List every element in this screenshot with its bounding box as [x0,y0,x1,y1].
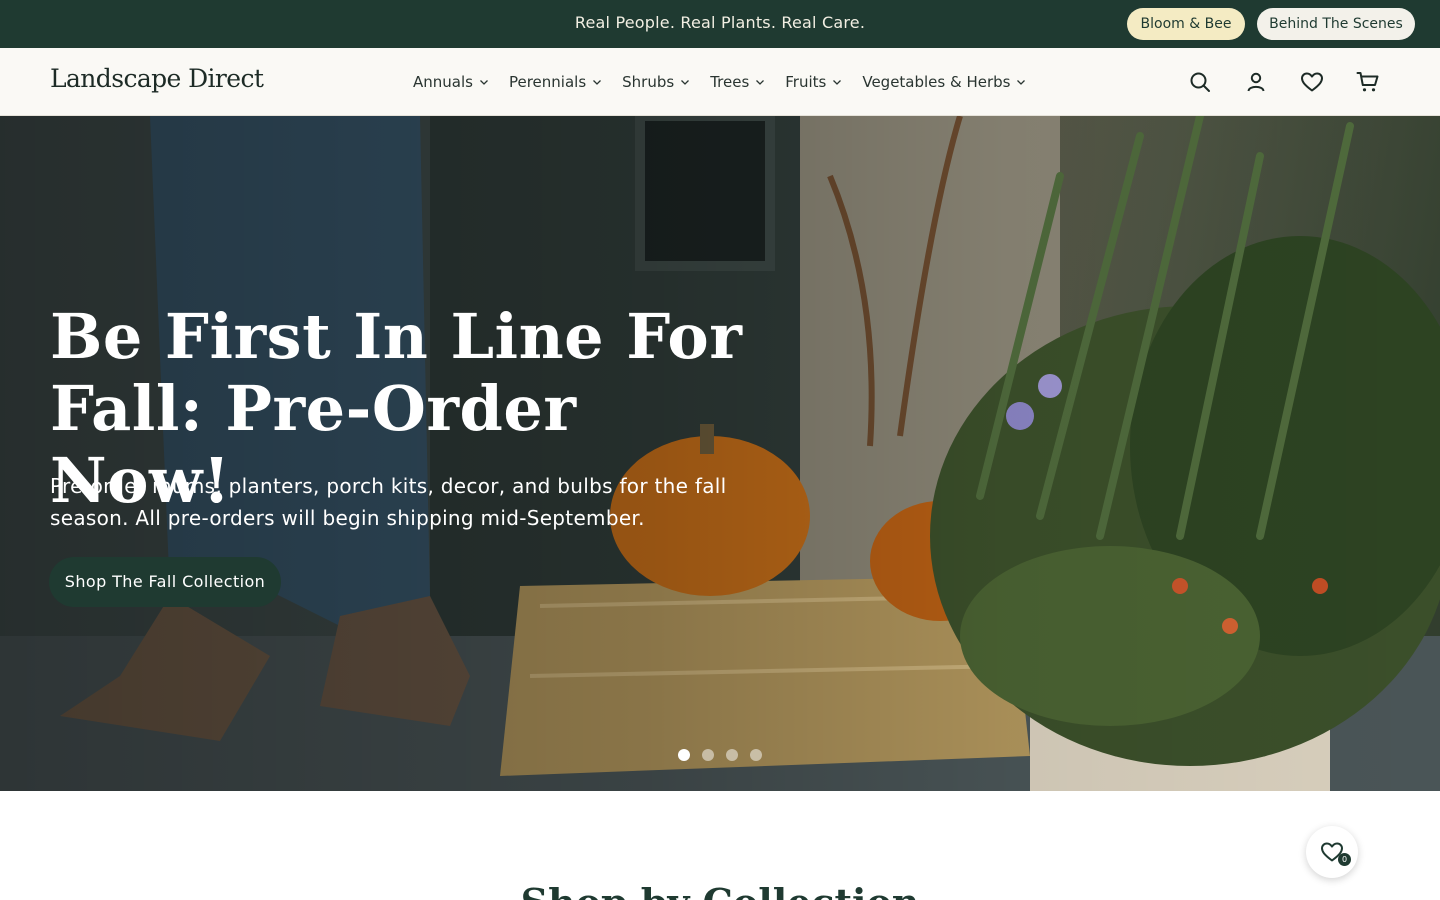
nav-label: Trees [710,73,750,91]
nav-label: Shrubs [622,73,675,91]
nav-shrubs[interactable]: Shrubs [622,73,690,91]
nav-fruits[interactable]: Fruits [785,73,842,91]
nav-annuals[interactable]: Annuals [413,73,489,91]
chevron-down-icon [480,80,488,85]
nav-vegetables-herbs[interactable]: Vegetables & Herbs [862,73,1026,91]
chevron-down-icon [833,80,842,85]
carousel-dots [678,749,774,761]
account-icon [1247,72,1265,92]
search-button[interactable] [1188,70,1212,94]
nav-label: Fruits [785,73,827,91]
behind-the-scenes-link[interactable]: Behind The Scenes [1257,8,1415,40]
cart-button[interactable] [1356,70,1380,94]
wishlist-count-badge: 0 [1338,853,1351,866]
nav-label: Perennials [508,73,587,91]
nav-label: Annuals [413,73,473,91]
chevron-down-icon [756,80,765,85]
announcement-bar: Real People. Real Plants. Real Care. Blo… [0,0,1440,48]
bloom-and-bee-link[interactable]: Bloom & Bee [1127,8,1245,40]
main-nav: Annuals Perennials Shrubs Trees Fruits V… [413,48,1046,116]
nav-perennials[interactable]: Perennials [509,73,602,91]
chevron-down-icon [1017,80,1026,85]
carousel-dot-2[interactable] [702,749,714,761]
section-heading: Shop by Collection [0,880,1440,900]
heart-icon [1301,72,1323,92]
cart-icon [1356,72,1379,92]
account-button[interactable] [1244,70,1268,94]
carousel-dot-1[interactable] [678,749,690,761]
chevron-down-icon [593,80,602,85]
site-header: Landscape Direct Annuals Perennials Shru… [0,48,1440,116]
nav-label: Vegetables & Herbs [862,73,1011,91]
chevron-down-icon [681,80,690,85]
floating-wishlist-button[interactable]: 0 [1306,826,1358,878]
shop-fall-collection-button[interactable]: Shop The Fall Collection [49,557,281,607]
carousel-dot-3[interactable] [726,749,738,761]
nav-trees[interactable]: Trees [710,73,765,91]
carousel-dot-4[interactable] [750,749,762,761]
hero-subtitle: Pre-order mums, planters, porch kits, de… [50,474,727,530]
wishlist-button[interactable] [1300,70,1324,94]
hero-banner: Be First In Line For Fall: Pre-Order Now… [0,116,1440,791]
site-logo[interactable]: Landscape Direct [50,64,264,93]
hero-title-line-1: Be First In Line For [50,300,743,373]
search-icon [1190,72,1210,92]
